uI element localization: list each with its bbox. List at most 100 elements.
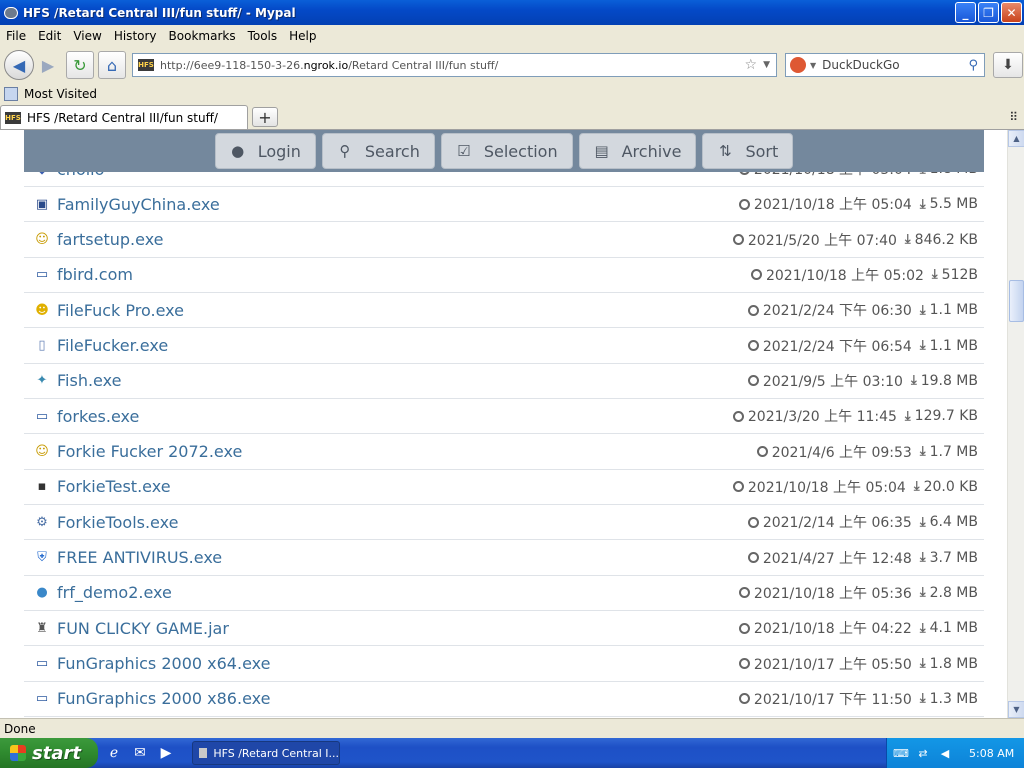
scrollbar-thumb[interactable] bbox=[1009, 280, 1024, 322]
file-name-link[interactable]: FunGraphics 2000 x86.exe bbox=[57, 689, 739, 708]
menu-bookmarks[interactable]: Bookmarks bbox=[163, 29, 242, 43]
window-icon: ▭ bbox=[35, 656, 49, 672]
file-name-link[interactable]: ForkieTest.exe bbox=[57, 477, 733, 496]
scroll-up-arrow-icon[interactable]: ▲ bbox=[1008, 130, 1024, 147]
list-item[interactable]: ♜ FUN CLICKY GAME.jar 2021/10/18 上午 04:22 ⤓… bbox=[24, 611, 984, 647]
back-button[interactable]: ◀ bbox=[4, 50, 34, 80]
volume-icon[interactable]: ◀ bbox=[937, 746, 953, 760]
file-name-link[interactable]: FamilyGuyChina.exe bbox=[57, 195, 739, 214]
search-bar[interactable]: ▼ DuckDuckGo ⚲ bbox=[785, 53, 985, 77]
file-name-link[interactable]: FUN CLICKY GAME.jar bbox=[57, 619, 739, 638]
file-size: ⤓ 5.5 MB bbox=[919, 196, 978, 213]
list-item[interactable]: ▭ fbird.com 2021/10/18 上午 05:02 ⤓ 512B bbox=[24, 258, 984, 294]
list-item[interactable]: ☻ FileFuck Pro.exe 2021/2/24 下午 06:30 ⤓ 1.1 … bbox=[24, 293, 984, 329]
minimize-button[interactable]: _ bbox=[955, 2, 976, 23]
duckduckgo-icon[interactable] bbox=[790, 57, 806, 73]
list-item[interactable]: ✦ Fish.exe 2021/9/5 上午 03:10 ⤓ 19.8 MB bbox=[24, 364, 984, 400]
tab-hfs[interactable]: HFS HFS /Retard Central III/fun stuff/ bbox=[0, 105, 248, 129]
download-icon: ⤓ bbox=[904, 408, 911, 424]
url-dropdown-icon[interactable]: ▼ bbox=[763, 60, 770, 70]
list-item[interactable]: ▪ ForkieTest.exe 2021/10/18 上午 05:04 ⤓ 20.0 … bbox=[24, 470, 984, 506]
ie-icon[interactable]: ℯ bbox=[104, 743, 124, 763]
selection-button[interactable]: ☑ Selection bbox=[440, 133, 573, 169]
file-size: ⤓ 1.3 MB bbox=[919, 690, 978, 707]
taskbar-item-mypal[interactable]: HFS /Retard Central I... bbox=[192, 741, 340, 765]
file-date: 2021/10/17 上午 05:50 bbox=[738, 654, 912, 674]
window-icon: ▭ bbox=[35, 691, 49, 707]
list-item[interactable]: ▣ FamilyGuyChina.exe 2021/10/18 上午 05:04 ⤓ 5… bbox=[24, 187, 984, 223]
tab-strip: HFS HFS /Retard Central III/fun stuff/ +… bbox=[0, 105, 1024, 130]
file-name-link[interactable]: FileFuck Pro.exe bbox=[57, 301, 748, 320]
file-size: ⤓ 4.1 MB bbox=[919, 620, 978, 637]
new-tab-button[interactable]: + bbox=[252, 107, 278, 127]
reload-button[interactable]: ↻ bbox=[66, 51, 94, 79]
maximize-button[interactable]: ❐ bbox=[978, 2, 999, 23]
file-size: ⤓ 20.0 KB bbox=[913, 478, 978, 495]
file-name-link[interactable]: Forkie Fucker 2072.exe bbox=[57, 442, 757, 461]
user-icon: ● bbox=[231, 142, 245, 160]
file-name-link[interactable]: FREE ANTIVIRUS.exe bbox=[57, 548, 748, 567]
search-icon[interactable]: ⚲ bbox=[968, 58, 978, 73]
login-button[interactable]: ● Login bbox=[214, 133, 316, 169]
menu-file[interactable]: File bbox=[0, 29, 32, 43]
menu-history[interactable]: History bbox=[108, 29, 163, 43]
file-date: 2021/9/5 上午 03:10 bbox=[747, 371, 903, 391]
menu-edit[interactable]: Edit bbox=[32, 29, 67, 43]
file-size: ⤓ 2.8 MB bbox=[919, 584, 978, 601]
vertical-scrollbar[interactable]: ▲ ▼ bbox=[1007, 130, 1024, 718]
search-button[interactable]: ⚲ Search bbox=[321, 133, 435, 169]
scroll-down-arrow-icon[interactable]: ▼ bbox=[1008, 701, 1024, 718]
home-button[interactable]: ⌂ bbox=[98, 51, 126, 79]
outlook-icon[interactable]: ✉ bbox=[130, 743, 150, 763]
file-name-link[interactable]: FunGraphics 2000 x64.exe bbox=[57, 654, 739, 673]
list-item[interactable]: ☺ fartsetup.exe 2021/5/20 上午 07:40 ⤓ 846.2 K… bbox=[24, 222, 984, 258]
file-name-link[interactable]: ForkieTools.exe bbox=[57, 513, 748, 532]
site-favicon: HFS bbox=[138, 59, 154, 71]
file-icon: ▯ bbox=[38, 338, 46, 354]
windows-taskbar: start ℯ ✉ ▶ HFS /Retard Central I... ⌨ ⇄… bbox=[0, 738, 1024, 768]
file-name-link[interactable]: forkes.exe bbox=[57, 407, 733, 426]
engine-dropdown-icon[interactable]: ▼ bbox=[810, 61, 816, 70]
menu-help[interactable]: Help bbox=[283, 29, 322, 43]
fish-icon: ✦ bbox=[36, 373, 48, 389]
network-icon[interactable]: ⇄ bbox=[915, 746, 931, 760]
media-player-icon[interactable]: ▶ bbox=[156, 743, 176, 763]
list-item[interactable]: ▭ FunGraphics 2000 x64.exe 2021/10/17 上午 0… bbox=[24, 646, 984, 682]
magnifier-icon: ⚲ bbox=[339, 142, 351, 160]
forward-button[interactable]: ▶ bbox=[34, 51, 62, 79]
menu-tools[interactable]: Tools bbox=[242, 29, 284, 43]
list-item[interactable]: ▭ FunGraphics 2000 x86.exe 2021/10/17 下午 1… bbox=[24, 682, 984, 718]
file-name-link[interactable]: frf_demo2.exe bbox=[57, 583, 739, 602]
file-size: ⤓ 1.7 MB bbox=[919, 443, 978, 460]
list-item[interactable]: ☺ Forkie Fucker 2072.exe 2021/4/6 上午 09:53… bbox=[24, 434, 984, 470]
list-item[interactable]: ⛨ FREE ANTIVIRUS.exe 2021/4/27 上午 12:48 ⤓ 3.… bbox=[24, 540, 984, 576]
start-button[interactable]: start bbox=[0, 738, 98, 768]
file-name-link[interactable]: Fish.exe bbox=[57, 371, 748, 390]
archive-button[interactable]: ▤ Archive bbox=[578, 133, 697, 169]
close-button[interactable]: ✕ bbox=[1001, 2, 1022, 23]
list-item[interactable]: ⚙ ForkieTools.exe 2021/2/14 上午 06:35 ⤓ 6.4 M… bbox=[24, 505, 984, 541]
file-name-link[interactable]: fbird.com bbox=[57, 265, 751, 284]
file-name-link[interactable]: fartsetup.exe bbox=[57, 230, 733, 249]
list-item[interactable]: ▯ FileFucker.exe 2021/2/24 下午 06:54 ⤓ 1.1 MB bbox=[24, 328, 984, 364]
keyboard-icon[interactable]: ⌨ bbox=[893, 746, 909, 760]
jar-icon: ♜ bbox=[36, 620, 48, 636]
sort-button[interactable]: ⇅ Sort bbox=[702, 133, 794, 169]
window-titlebar[interactable]: HFS /Retard Central III/fun stuff/ - Myp… bbox=[0, 0, 1024, 25]
bookmark-star-icon[interactable]: ☆ bbox=[745, 57, 758, 73]
list-item[interactable]: ▭ forkes.exe 2021/3/20 上午 11:45 ⤓ 129.7 KB bbox=[24, 399, 984, 435]
clock-icon bbox=[732, 234, 744, 246]
menu-view[interactable]: View bbox=[67, 29, 107, 43]
search-placeholder[interactable]: DuckDuckGo bbox=[822, 58, 968, 72]
url-text[interactable]: http://6ee9-118-150-3-26.ngrok.io/Retard… bbox=[160, 59, 745, 72]
clock-icon bbox=[738, 198, 750, 210]
url-bar[interactable]: HFS http://6ee9-118-150-3-26.ngrok.io/Re… bbox=[132, 53, 777, 77]
list-item[interactable]: ● frf_demo2.exe 2021/10/18 上午 05:36 ⤓ 2.8 MB bbox=[24, 576, 984, 612]
file-date: 2021/10/18 上午 05:04 bbox=[732, 477, 906, 497]
file-date: 2021/10/18 上午 05:04 bbox=[738, 194, 912, 214]
file-size: ⤓ 1.8 MB bbox=[919, 655, 978, 672]
downloads-button[interactable]: ⬇ bbox=[993, 52, 1023, 78]
file-name-link[interactable]: FileFucker.exe bbox=[57, 336, 748, 355]
most-visited-link[interactable]: Most Visited bbox=[24, 87, 97, 101]
list-all-tabs-icon[interactable]: ⠿ bbox=[1009, 110, 1018, 124]
